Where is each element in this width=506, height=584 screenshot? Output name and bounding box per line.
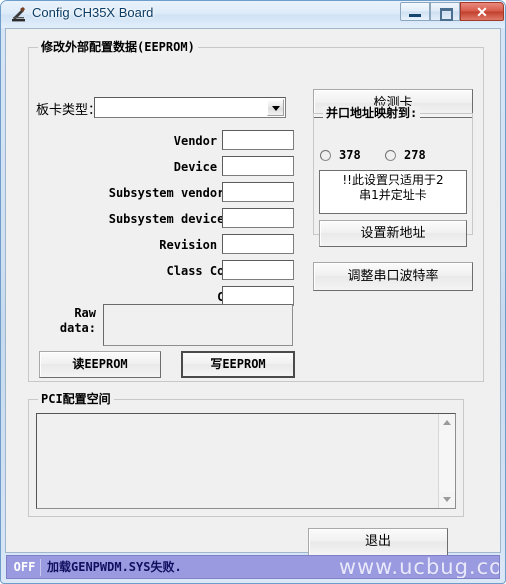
app-tool-icon <box>12 7 25 22</box>
write-eeprom-label: 写EEPROM <box>210 357 266 371</box>
revision-id-label: Revision ID: <box>159 238 246 252</box>
read-eeprom-label: 读EEPROM <box>72 357 128 371</box>
radio-378-label: 378 <box>339 148 361 162</box>
pci-scrollbar[interactable] <box>438 414 455 508</box>
adjust-baudrate-label: 调整串口波特率 <box>347 269 439 284</box>
status-state-badge: OFF <box>9 559 41 576</box>
subsystem-device-id-label: Subsystem deviceID: <box>108 212 246 226</box>
vendor-id-input[interactable] <box>222 130 294 150</box>
maximize-button[interactable] <box>430 2 460 21</box>
radio-278-label: 278 <box>404 148 426 162</box>
scroll-up-icon[interactable] <box>439 414 455 430</box>
site-watermark: www.ucbug.co <box>338 555 500 579</box>
device-id-input[interactable] <box>222 156 294 176</box>
status-message: 加载GENPWDM.SYS失败. <box>47 560 182 574</box>
app-window: Config CH35X Board ✕ 修改外部配置数据(EEPROM) 板卡… <box>0 0 506 584</box>
scroll-down-icon[interactable] <box>439 492 455 508</box>
minimize-icon <box>409 14 421 17</box>
set-new-address-label: 设置新地址 <box>360 226 426 241</box>
maximize-icon <box>440 8 453 21</box>
device-id-label: Device ID: <box>173 160 246 174</box>
pci-config-textarea[interactable] <box>36 413 456 509</box>
window-title: Config CH35X Board <box>32 5 154 20</box>
card-type-label: 板卡类型： <box>36 103 102 118</box>
warning-line1: !!此设置只适用于2 <box>342 173 444 187</box>
adjust-baudrate-button[interactable]: 调整串口波特率 <box>313 262 473 291</box>
vendor-id-label: Vendor ID: <box>173 134 246 148</box>
subsystem-device-id-input[interactable] <box>222 208 294 228</box>
raw-data-label-line1: Raw <box>74 306 96 320</box>
read-eeprom-button[interactable]: 读EEPROM <box>39 351 161 378</box>
cfg-input[interactable] <box>222 286 294 306</box>
warning-textbox: !!此设置只适用于2 串1并定址卡 <box>319 170 467 214</box>
subsystem-vendor-id-input[interactable] <box>222 182 294 202</box>
class-code-input[interactable] <box>222 260 294 280</box>
minimize-button[interactable] <box>400 2 430 21</box>
client-area: 修改外部配置数据(EEPROM) 板卡类型： Vendor ID: Device… <box>5 28 501 556</box>
eeprom-group-title: 修改外部配置数据(EEPROM) <box>38 40 198 54</box>
pci-config-group-title: PCI配置空间 <box>38 392 114 406</box>
subsystem-vendor-id-label: Subsystem vendorID: <box>108 186 246 200</box>
radio-circle-icon <box>320 150 331 161</box>
close-button[interactable]: ✕ <box>460 2 504 21</box>
revision-id-input[interactable] <box>222 234 294 254</box>
status-bar: www.ucbug.co OFF 加载GENPWDM.SYS失败. <box>6 555 500 579</box>
parallel-port-group-title: 并口地址映射到: <box>323 106 421 120</box>
raw-data-textarea[interactable] <box>103 304 293 346</box>
warning-line2: 串1并定址卡 <box>359 188 427 202</box>
cfg-label: CFG: <box>76 290 246 304</box>
write-eeprom-button[interactable]: 写EEPROM <box>181 351 295 378</box>
raw-data-label-line2: data: <box>59 321 96 335</box>
close-icon: ✕ <box>476 4 488 20</box>
chevron-down-icon[interactable] <box>267 99 284 116</box>
class-code-label: Class Code: <box>166 264 246 278</box>
title-bar[interactable]: Config CH35X Board ✕ <box>1 1 505 28</box>
exit-label: 退出 <box>364 534 391 549</box>
card-type-combobox[interactable] <box>94 97 286 118</box>
exit-button[interactable]: 退出 <box>308 528 448 556</box>
radio-circle-icon <box>385 150 396 161</box>
set-new-address-button[interactable]: 设置新地址 <box>319 220 467 247</box>
